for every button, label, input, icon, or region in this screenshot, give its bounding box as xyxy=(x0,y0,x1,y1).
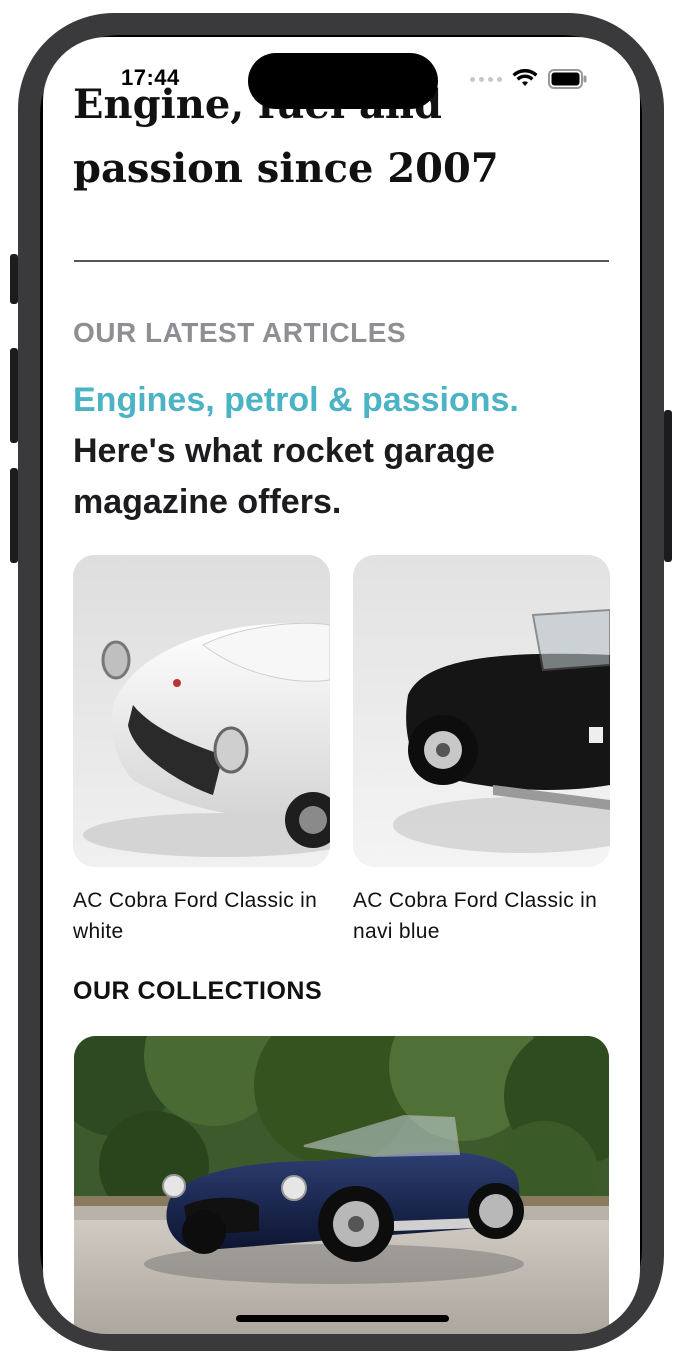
app-screen: Engine, fuel and passion since 2007 OUR … xyxy=(43,37,640,1334)
volume-up-button xyxy=(10,348,18,443)
article-caption[interactable]: AC Cobra Ford Classic in navi blue xyxy=(353,885,610,947)
signal-icon xyxy=(470,76,502,82)
divider xyxy=(74,260,609,262)
article-image-white-cobra[interactable] xyxy=(73,555,330,867)
article-caption[interactable]: AC Cobra Ford Classic in white xyxy=(73,885,330,947)
power-button xyxy=(664,410,672,562)
collections-title: OUR COLLECTIONS xyxy=(73,977,323,1005)
mute-switch xyxy=(10,254,18,304)
battery-icon xyxy=(548,69,587,89)
article-card[interactable]: AC Cobra Ford Classic in navi blue xyxy=(353,555,610,947)
collection-image-blue-cobra[interactable] xyxy=(74,1036,609,1334)
headline-rest: Here's what rocket garage magazine offer… xyxy=(73,432,495,521)
dynamic-island xyxy=(248,53,438,109)
home-indicator[interactable] xyxy=(236,1315,449,1322)
articles-headline: Engines, petrol & passions. Here's what … xyxy=(73,375,613,528)
latest-articles-label: OUR LATEST ARTICLES xyxy=(73,317,407,348)
headline-accent: Engines, petrol & passions. xyxy=(73,381,519,419)
article-image-black-cobra[interactable] xyxy=(353,555,610,867)
status-icons xyxy=(470,69,588,89)
article-card[interactable]: AC Cobra Ford Classic in white xyxy=(73,555,330,947)
volume-down-button xyxy=(10,468,18,563)
articles-carousel[interactable]: AC Cobra Ford Classic in white AC Cobra … xyxy=(73,555,640,947)
wifi-icon xyxy=(512,69,538,86)
status-time: 17:44 xyxy=(121,65,180,90)
